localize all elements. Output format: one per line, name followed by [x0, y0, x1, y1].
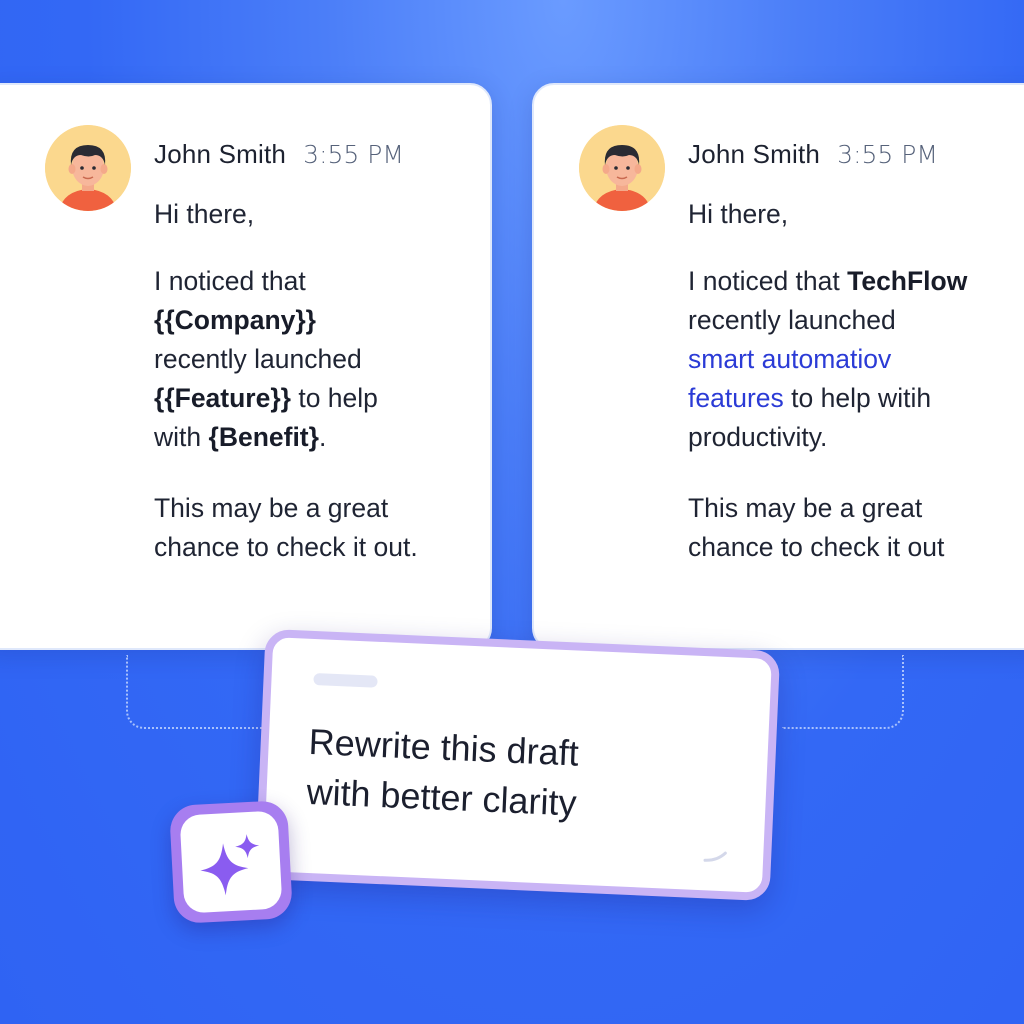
benefit-placeholder: {Benefit}	[208, 422, 319, 452]
feature-placeholder: {{Feature}}	[154, 383, 291, 413]
message-body: I noticed that TechFlow recently launche…	[688, 262, 1024, 457]
body-text-noticed: I noticed that	[688, 266, 848, 296]
sender-name: John Smith	[154, 139, 287, 169]
body-line-2: recently launched	[688, 305, 896, 335]
message-greeting: Hi there,	[154, 199, 255, 229]
feature-link-line-1[interactable]: smart automatiov	[688, 340, 1024, 379]
body-line-2: recently launched	[154, 344, 362, 374]
message-card-rewritten: John Smith 3:55 PM Hi there, I noticed t…	[532, 83, 1024, 650]
message-header: John Smith 3:55 PM	[154, 139, 474, 175]
body-text-period: .	[318, 422, 327, 452]
connector-line-left	[126, 655, 268, 729]
feature-link-line-2[interactable]: features	[688, 383, 784, 413]
body-line-1: I noticed that TechFlow	[688, 262, 1024, 301]
body-line-1: I noticed that	[154, 266, 306, 296]
connector-line-right	[782, 655, 904, 729]
sparkle-button-face	[179, 810, 283, 914]
company-name: TechFlow	[847, 266, 968, 296]
ai-sparkle-button[interactable]	[168, 799, 294, 925]
body-line-3: {{Feature}} to help	[154, 379, 474, 418]
rewrite-prompt-input[interactable]: Rewrite this draft with better clarity	[254, 628, 781, 902]
body-text-to-help: to help witih	[783, 383, 932, 413]
body-line-4: features to help witih	[688, 379, 1024, 418]
message-time: 3:55 PM	[837, 140, 938, 169]
avatar	[579, 125, 665, 211]
avatar	[45, 125, 131, 211]
prompt-text: Rewrite this draft with better clarity	[306, 717, 690, 833]
message-closing: This may be a great chance to check it o…	[688, 489, 1024, 567]
message-time: 3:55 PM	[303, 140, 404, 169]
closing-line-1: This may be a great	[688, 493, 923, 523]
prompt-placeholder-bar	[313, 673, 378, 688]
message-content: John Smith 3:55 PM Hi there, I noticed t…	[688, 139, 1024, 567]
message-card-template: John Smith 3:55 PM Hi there, I noticed t…	[0, 83, 492, 650]
body-line-4: with {Benefit}.	[154, 418, 474, 457]
person-avatar-icon	[579, 125, 665, 211]
message-content: John Smith 3:55 PM Hi there, I noticed t…	[154, 139, 474, 567]
body-line-5: productivity.	[688, 422, 828, 452]
message-header: John Smith 3:55 PM	[688, 139, 1024, 175]
resize-handle-icon[interactable]	[703, 850, 728, 863]
sender-name: John Smith	[688, 139, 821, 169]
company-placeholder: {{Company}}	[154, 305, 316, 335]
message-greeting: Hi there,	[688, 199, 789, 229]
person-avatar-icon	[45, 125, 131, 211]
ai-sparkle-icon	[200, 834, 260, 896]
body-text-to-help: to help	[290, 383, 378, 413]
body-text-with: with	[154, 422, 209, 452]
closing-line-2: chance to check it out	[688, 532, 945, 562]
message-closing: This may be a great chance to check it o…	[154, 493, 418, 562]
message-body: I noticed that {{Company}} recently laun…	[154, 262, 474, 457]
